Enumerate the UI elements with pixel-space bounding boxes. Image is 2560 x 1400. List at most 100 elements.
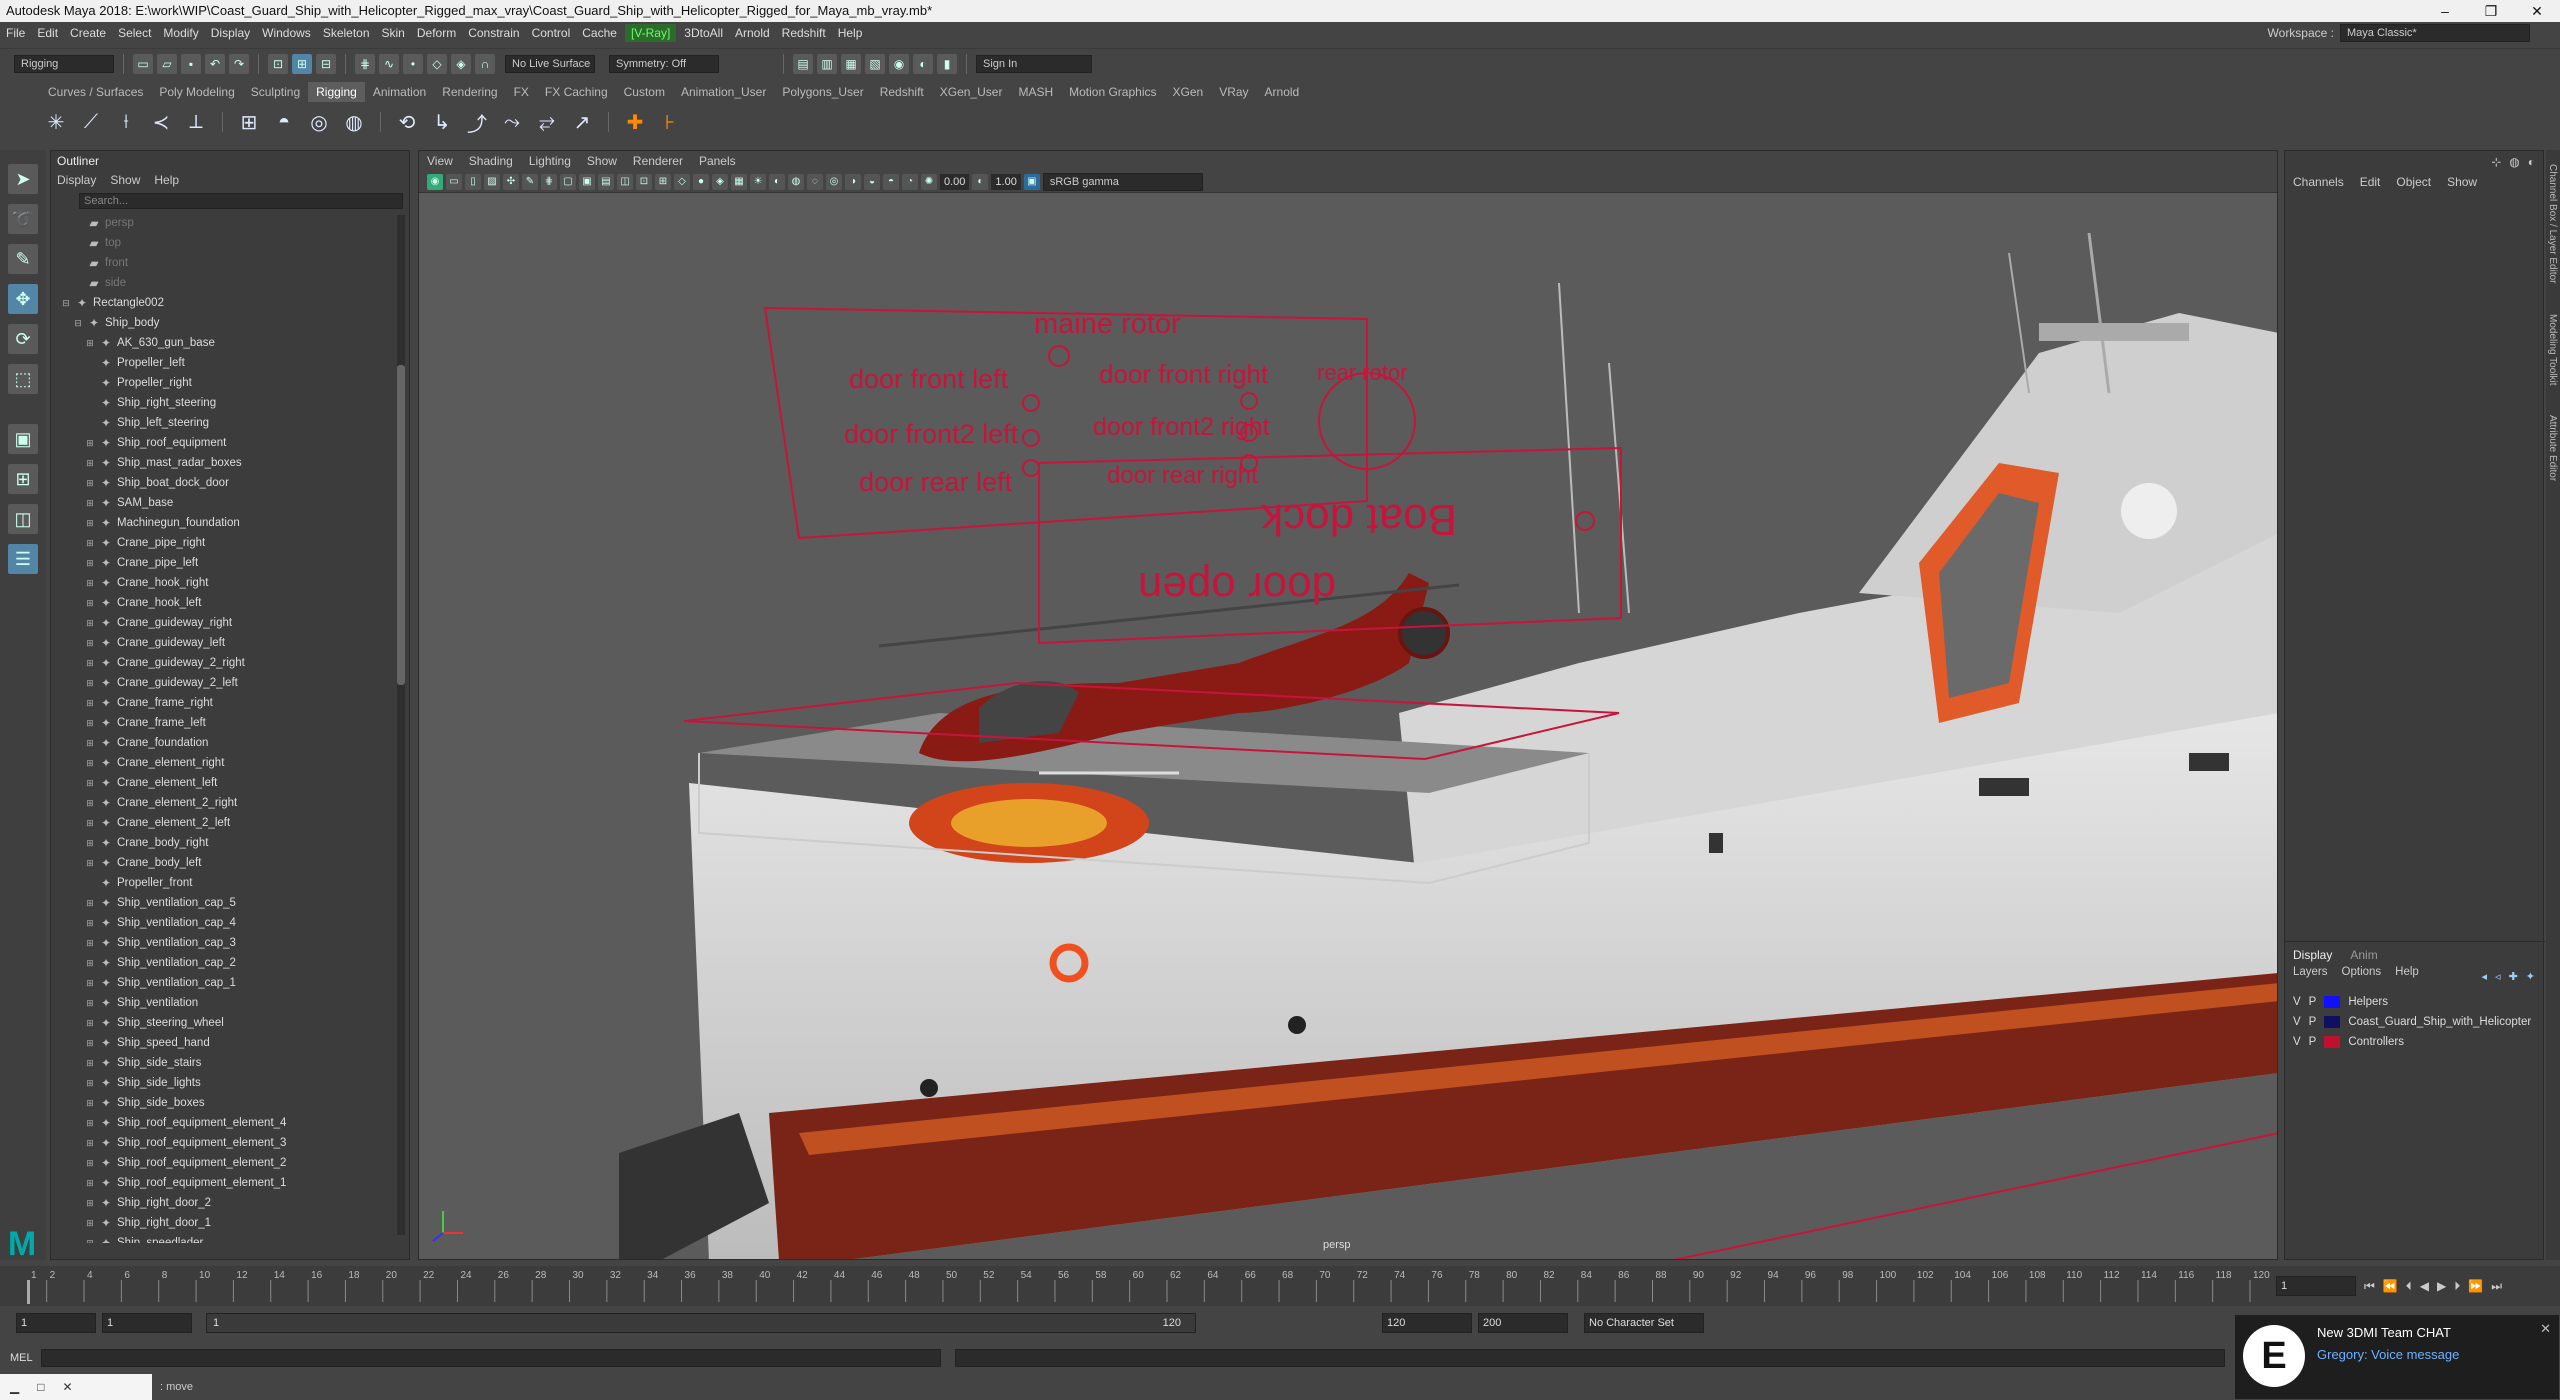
two-pane-layout-icon[interactable]: ◫ (8, 504, 38, 534)
outliner-item[interactable]: ⊞ ✦ Crane_pipe_right (51, 533, 395, 553)
expand-toggle-icon[interactable]: ⊞ (85, 433, 95, 453)
expand-toggle-icon[interactable]: ⊞ (85, 1033, 95, 1053)
xray-joints-icon[interactable]: ◓ (883, 173, 899, 190)
command-input[interactable] (40, 1349, 941, 1367)
shelf-tab-fx-caching[interactable]: FX Caching (537, 82, 616, 102)
outliner-menu-help[interactable]: Help (154, 171, 179, 189)
options-menu[interactable]: Options (2342, 966, 2382, 978)
single-pane-layout-icon[interactable]: ▣ (8, 424, 38, 454)
layers-menu[interactable]: Layers (2293, 966, 2328, 978)
color-management-icon[interactable]: ▣ (1023, 173, 1040, 190)
menu-arnold[interactable]: Arnold (729, 22, 776, 44)
outliner-item[interactable]: ⊞ ✦ Ship_ventilation_cap_2 (51, 953, 395, 973)
outliner-item[interactable]: ⊞ ✦ Ship_roof_equipment_element_4 (51, 1113, 395, 1133)
layer-visibility-toggle[interactable]: V (2293, 996, 2301, 1008)
chat-notification[interactable]: E New 3DMI Team CHAT Gregory: Voice mess… (2234, 1314, 2560, 1400)
expand-toggle-icon[interactable]: ⊞ (85, 633, 95, 653)
insert-joint-icon[interactable]: ≺ (147, 108, 175, 136)
layer-playback-toggle[interactable]: P (2309, 996, 2317, 1008)
open-scene-icon[interactable]: ▱ (157, 53, 177, 74)
cluster-icon[interactable]: ◓ (270, 108, 298, 136)
scale-tool-icon[interactable]: ⬚ (8, 364, 38, 394)
anti-alias-icon[interactable]: ◎ (826, 173, 842, 190)
outliner-item[interactable]: ⊞ ✦ Ship_speed_hand (51, 1033, 395, 1053)
camera-attributes-icon[interactable]: ▭ (446, 173, 462, 190)
expand-toggle-icon[interactable]: ⊞ (85, 973, 95, 993)
outliner-item[interactable]: ✦ Propeller_front (51, 873, 395, 893)
expand-toggle-icon[interactable]: ⊞ (85, 773, 95, 793)
menu-redshift[interactable]: Redshift (776, 22, 832, 44)
minimize-all-icon[interactable]: ▁ (10, 1380, 19, 1394)
undo-icon[interactable]: ↶ (205, 53, 225, 74)
outliner-item[interactable]: ⊞ ✦ Ship_ventilation_cap_3 (51, 933, 395, 953)
orient-constraint-icon[interactable]: ⤴ (463, 108, 491, 136)
snap-grid-icon[interactable]: ⋕ (355, 53, 375, 74)
go-to-start-icon[interactable]: ⏮ (2364, 1279, 2375, 1294)
expand-toggle-icon[interactable]: ⊞ (85, 713, 95, 733)
layer-row[interactable]: V P Coast_Guard_Ship_with_Helicopter (2293, 1012, 2537, 1032)
bookmark-icon[interactable]: ▯ (465, 173, 481, 190)
outliner-item[interactable]: ⊞ ✦ Ship_roof_equipment_element_1 (51, 1173, 395, 1193)
outliner-item[interactable]: ✦ Propeller_right (51, 373, 395, 393)
outliner-item[interactable]: ⊞ ✦ Ship_speedlader (51, 1233, 395, 1243)
shelf-tab-animation[interactable]: Animation (365, 82, 434, 102)
channels-menu[interactable]: Channels (2293, 175, 2344, 189)
step-forward-key-icon[interactable]: ⏩ (2468, 1279, 2483, 1293)
outliner-item-camera[interactable]: ▰ side (51, 273, 395, 293)
lights-icon[interactable]: ☀ (750, 173, 766, 190)
new-layer-selected-icon[interactable]: ✦ (2526, 970, 2535, 983)
menu-windows[interactable]: Windows (256, 22, 317, 44)
layer-color-swatch[interactable] (2324, 996, 2341, 1008)
field-chart-icon[interactable]: ◫ (617, 173, 633, 190)
scale-constraint-icon[interactable]: ⥂ (533, 108, 561, 136)
outliner-item[interactable]: ⊞ ✦ Ship_side_stairs (51, 1053, 395, 1073)
snap-view-icon[interactable]: ◇ (427, 53, 447, 74)
textured-icon[interactable]: ▦ (731, 173, 747, 190)
magnet-icon[interactable]: ∩ (475, 53, 495, 74)
select-hierarchy-icon[interactable]: ⊡ (268, 53, 288, 74)
expand-toggle-icon[interactable]: ⊞ (85, 893, 95, 913)
outliner-menu-display[interactable]: Display (57, 171, 96, 189)
viewport-menu-shading[interactable]: Shading (469, 151, 513, 171)
outliner-item[interactable]: ⊞ ✦ Machinegun_foundation (51, 513, 395, 533)
outliner-item-camera[interactable]: ▰ top (51, 233, 395, 253)
edit-menu[interactable]: Edit (2360, 175, 2381, 189)
move-layer-down-icon[interactable]: ◃ (2495, 970, 2501, 983)
menu-skeleton[interactable]: Skeleton (317, 22, 376, 44)
select-object-icon[interactable]: ⊞ (292, 53, 312, 74)
safe-action-icon[interactable]: ⊡ (636, 173, 652, 190)
menu-vray[interactable]: [V-Ray] (624, 24, 677, 42)
outliner-item[interactable]: ⊞ ✦ Ship_ventilation (51, 993, 395, 1013)
expand-toggle-icon[interactable]: ⊞ (85, 553, 95, 573)
grease-pencil-icon[interactable]: ✎ (522, 173, 538, 190)
outliner-item[interactable]: ⊞ ✦ Crane_hook_left (51, 593, 395, 613)
hypershade-icon[interactable]: ◉ (889, 53, 909, 74)
expand-toggle-icon[interactable]: ⊞ (85, 593, 95, 613)
viewport-menu-show[interactable]: Show (587, 151, 617, 171)
menu-deform[interactable]: Deform (411, 22, 462, 44)
expand-toggle-icon[interactable]: ⊞ (85, 933, 95, 953)
outliner-item[interactable]: ⊞ ✦ Crane_pipe_left (51, 553, 395, 573)
show-menu[interactable]: Show (2447, 175, 2477, 189)
move-layer-up-icon[interactable]: ◂ (2482, 970, 2488, 983)
playback-start-field[interactable]: 1 (102, 1313, 192, 1333)
render-settings-icon[interactable]: ▧ (865, 53, 885, 74)
ik-spline-icon[interactable]: ⟊ (112, 108, 140, 136)
outliner-item[interactable]: ⊞ ✦ Crane_guideway_right (51, 613, 395, 633)
outliner-item[interactable]: ⊞ ✦ AK_630_gun_base (51, 333, 395, 353)
outliner-scroll-thumb[interactable] (397, 365, 405, 685)
outliner-layout-icon[interactable]: ☰ (8, 544, 38, 574)
shelf-tab-motion-graphics[interactable]: Motion Graphics (1061, 82, 1164, 102)
shelf-tab-poly-modeling[interactable]: Poly Modeling (151, 82, 242, 102)
expand-toggle-icon[interactable]: ⊞ (85, 753, 95, 773)
live-surface-field[interactable]: No Live Surface (505, 54, 595, 73)
menu-select[interactable]: Select (112, 22, 157, 44)
settings-icon[interactable]: ◍ (2509, 155, 2519, 169)
select-tool-icon[interactable]: ➤ (8, 164, 38, 194)
paint-weights-icon[interactable]: ◍ (340, 108, 368, 136)
outliner-item[interactable]: ⊞ ✦ Crane_hook_right (51, 573, 395, 593)
expand-toggle-icon[interactable]: ⊞ (85, 993, 95, 1013)
time-slider-ruler[interactable]: 1 2 4 6 8 10 12 14 16 18 20 22 24 26 28 30 32 34 36 38 40 42 4… (0, 1266, 2270, 1306)
save-scene-icon[interactable]: ▪ (181, 53, 201, 74)
ipr-render-icon[interactable]: ▦ (841, 53, 861, 74)
